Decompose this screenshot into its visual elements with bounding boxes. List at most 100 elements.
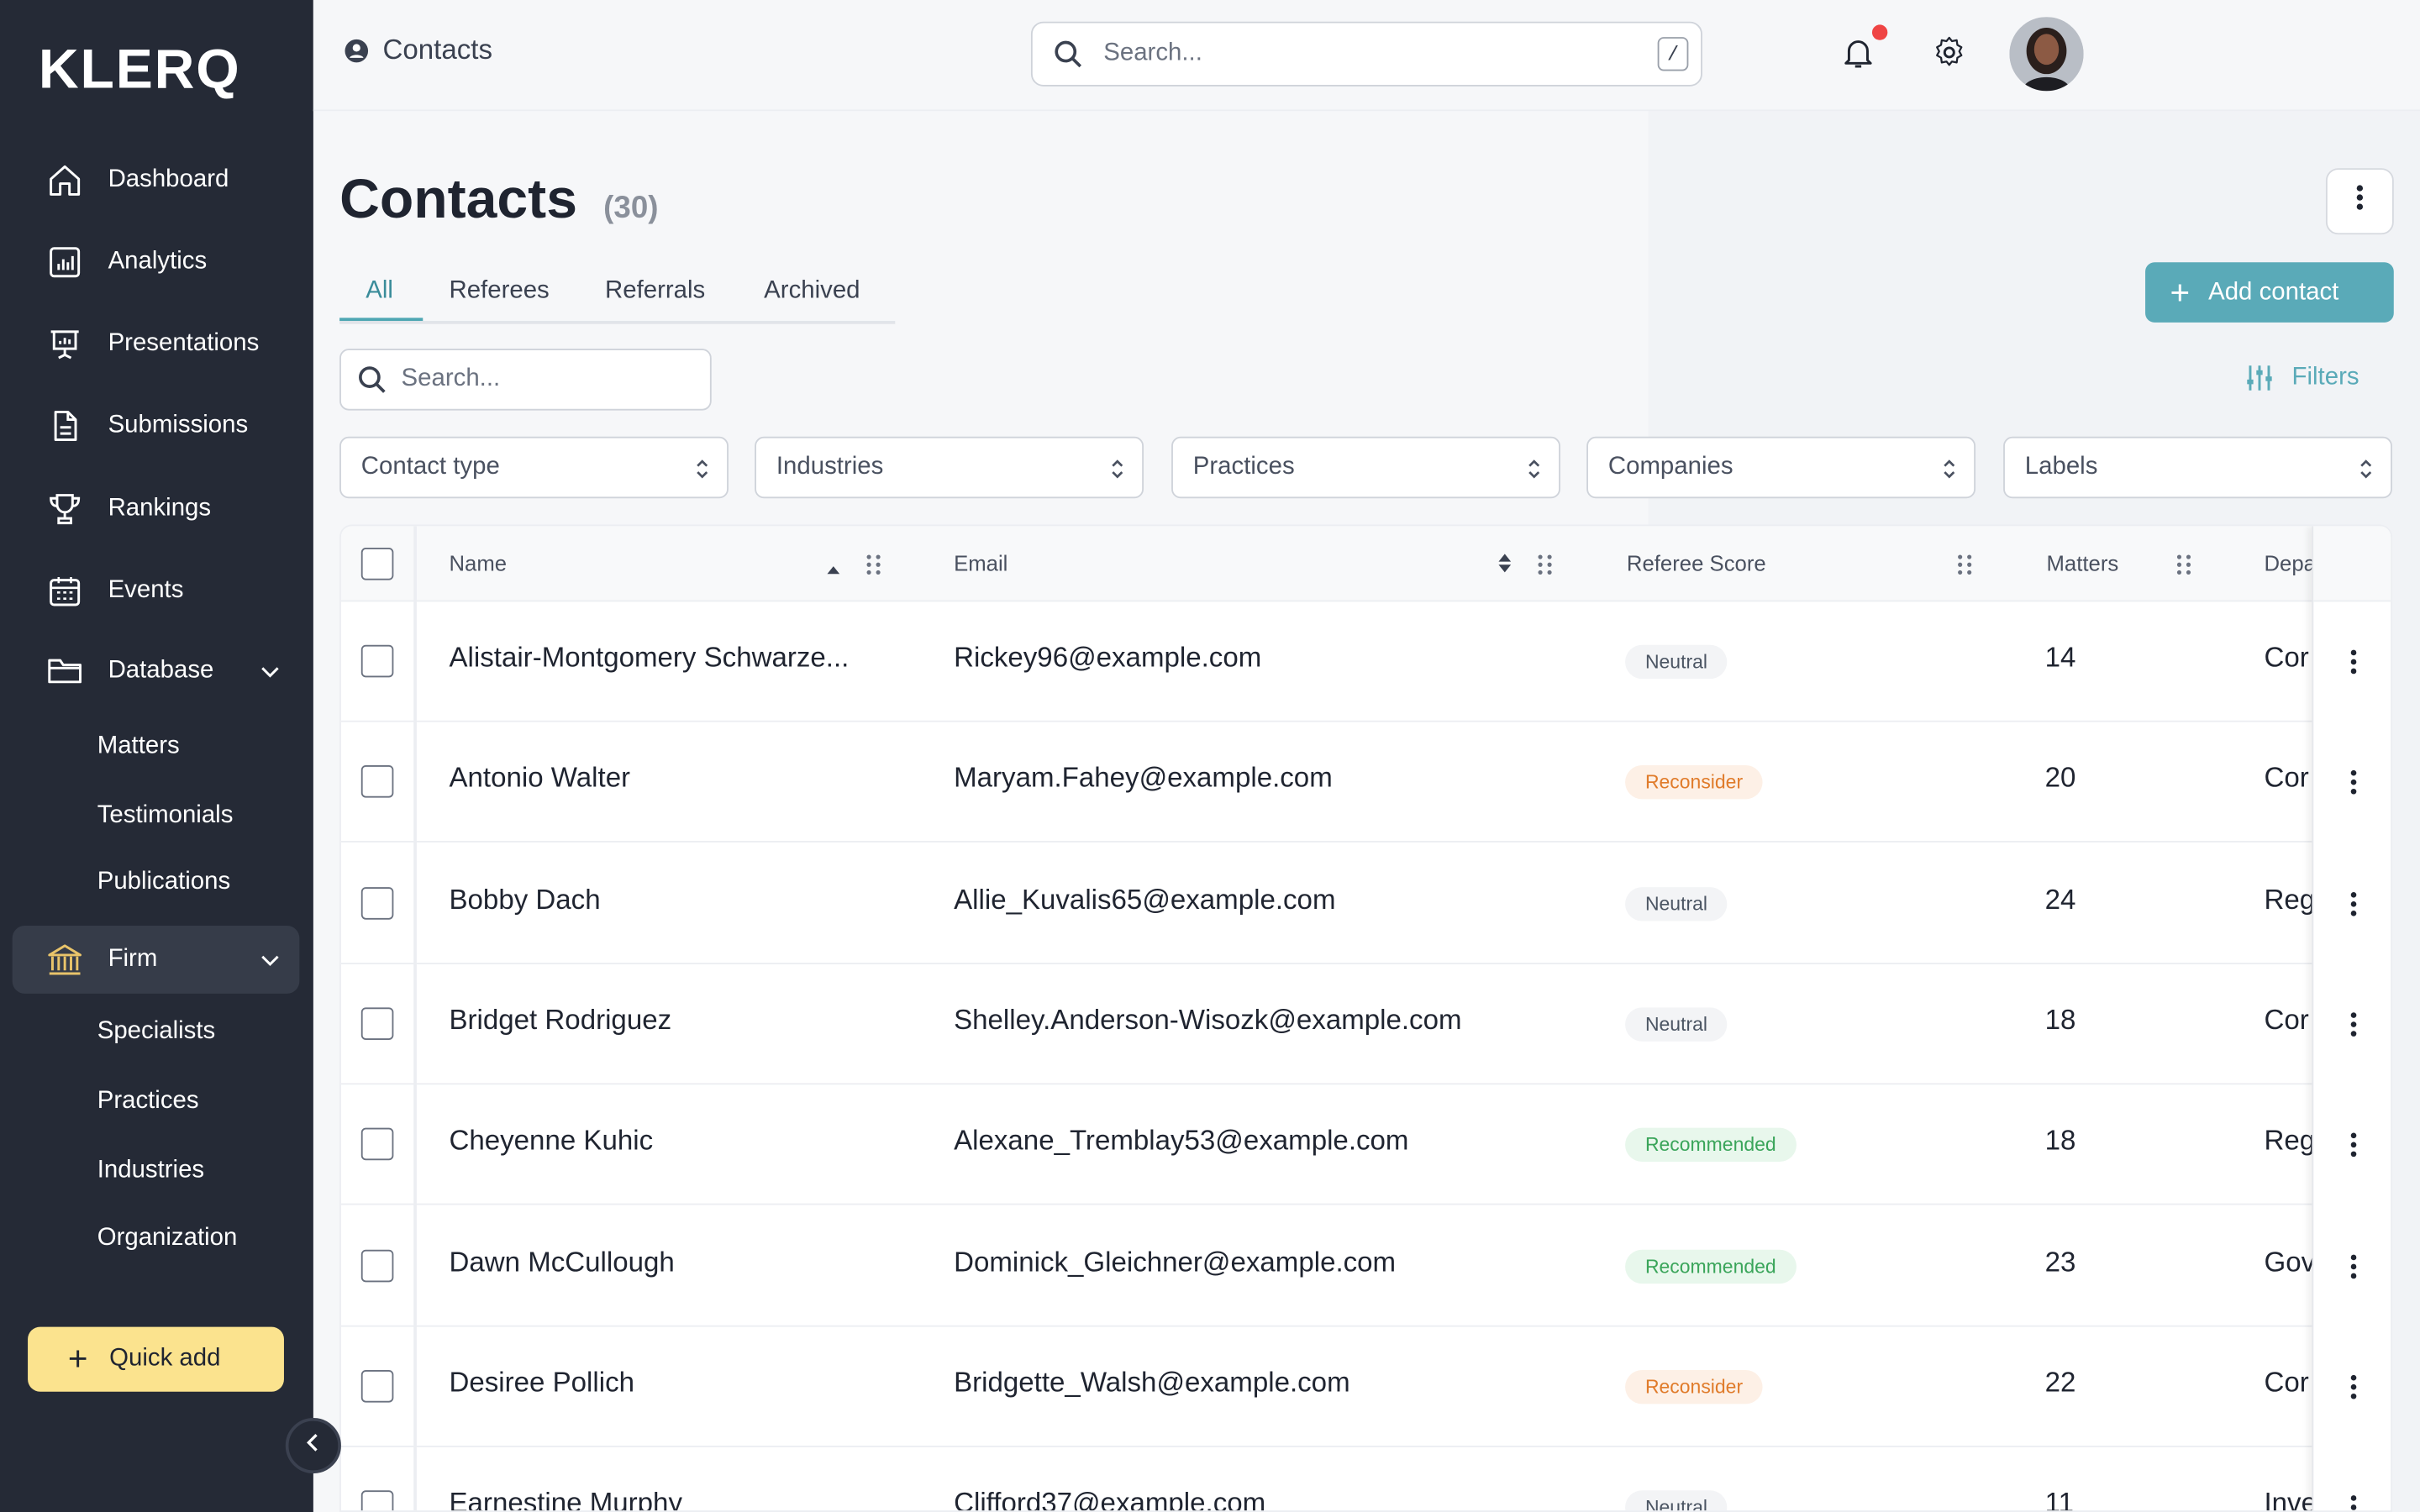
sidebar-subitem-practices[interactable]: Practices xyxy=(97,1088,199,1116)
contact-name[interactable]: Desiree Pollich xyxy=(449,1367,634,1399)
contact-name[interactable]: Alistair-Montgomery Schwarze... xyxy=(449,642,849,675)
tab-referees[interactable]: Referees xyxy=(449,278,549,306)
row-more-icon[interactable] xyxy=(2349,769,2359,796)
filters-button[interactable]: Filters xyxy=(2245,364,2360,391)
tab-referrals[interactable]: Referrals xyxy=(605,278,705,306)
contact-type-select[interactable]: Contact type xyxy=(339,436,729,499)
contact-icon xyxy=(345,38,369,62)
contact-email[interactable]: Maryam.Fahey@example.com xyxy=(954,763,1333,795)
sidebar-item-rankings[interactable]: Rankings xyxy=(13,475,300,543)
sidebar-item-analytics[interactable]: Analytics xyxy=(13,228,300,297)
table-row[interactable]: Desiree Pollich Bridgette_Walsh@example.c… xyxy=(340,1326,2391,1447)
row-more-icon[interactable] xyxy=(2349,890,2359,917)
sidebar-item-database[interactable]: Database xyxy=(13,638,300,706)
row-more-icon[interactable] xyxy=(2349,1011,2359,1038)
row-checkbox[interactable] xyxy=(360,644,394,678)
table-row[interactable]: Antonio Walter Maryam.Fahey@example.com Re… xyxy=(340,722,2391,843)
companies-select[interactable]: Companies xyxy=(1586,436,1976,499)
table-row[interactable]: Bridget Rodriguez Shelley.Anderson-Wisozk… xyxy=(340,964,2391,1085)
industries-select[interactable]: Industries xyxy=(755,436,1144,499)
table-row[interactable]: Dawn McCullough Dominick_Gleichner@exampl… xyxy=(340,1205,2391,1326)
row-checkbox[interactable] xyxy=(360,1490,394,1511)
row-more-icon[interactable] xyxy=(2349,1252,2359,1280)
contact-name[interactable]: Antonio Walter xyxy=(449,763,630,795)
app-logo[interactable]: KLERQ xyxy=(39,37,241,102)
table-row[interactable]: Alistair-Montgomery Schwarze... Rickey96@… xyxy=(340,601,2391,722)
contact-tabs: All Referees Referrals Archived xyxy=(339,271,896,324)
sidebar-subitem-matters[interactable]: Matters xyxy=(97,732,180,760)
table-row[interactable]: Bobby Dach Allie_Kuvalis65@example.com Neu… xyxy=(340,843,2391,964)
contact-email[interactable]: Rickey96@example.com xyxy=(954,642,1261,675)
sidebar-item-label: Submissions xyxy=(108,412,249,438)
contact-name[interactable]: Bobby Dach xyxy=(449,884,600,916)
row-checkbox[interactable] xyxy=(360,886,394,919)
table-row[interactable]: Earnestine Murphy Clifford37@example.com N… xyxy=(341,1447,2391,1511)
sidebar-item-firm[interactable]: Firm xyxy=(12,926,300,994)
column-header-name[interactable]: Name xyxy=(449,551,507,575)
contact-email[interactable]: Shelley.Anderson-Wisozk@example.com xyxy=(954,1005,1461,1037)
sidebar-item-presentations[interactable]: Presentations xyxy=(13,310,300,378)
table-search-input[interactable] xyxy=(401,365,680,394)
contact-name[interactable]: Dawn McCullough xyxy=(449,1246,674,1278)
select-all-checkbox[interactable] xyxy=(360,548,394,580)
practices-select[interactable]: Practices xyxy=(1171,436,1560,499)
drag-handle-icon[interactable] xyxy=(865,554,881,575)
sidebar-item-events[interactable]: Events xyxy=(13,557,300,625)
column-header-matters[interactable]: Matters xyxy=(2047,551,2119,575)
contact-email[interactable]: Allie_Kuvalis65@example.com xyxy=(954,884,1335,916)
sidebar-item-submissions[interactable]: Submissions xyxy=(13,392,300,460)
chevron-left-icon xyxy=(304,1431,323,1461)
column-header-email[interactable]: Email xyxy=(954,551,1007,575)
row-checkbox[interactable] xyxy=(360,1369,394,1403)
quick-add-button[interactable]: + Quick add xyxy=(28,1326,284,1392)
collapse-sidebar-button[interactable] xyxy=(285,1417,341,1474)
column-header-department[interactable]: Depa xyxy=(2264,551,2312,575)
table-row[interactable]: Cheyenne Kuhic Alexane_Tremblay53@example… xyxy=(340,1085,2391,1205)
table-search xyxy=(339,349,712,411)
sidebar-subitem-industries[interactable]: Industries xyxy=(97,1158,204,1185)
row-more-icon[interactable] xyxy=(2349,1131,2359,1159)
drag-handle-icon[interactable] xyxy=(2176,554,2191,575)
page-title: Contacts xyxy=(339,166,577,230)
chevron-down-icon xyxy=(260,949,281,971)
gear-icon[interactable] xyxy=(1931,34,1968,71)
tab-all[interactable]: All xyxy=(366,278,393,306)
home-icon xyxy=(46,162,83,199)
matters-count: 14 xyxy=(2044,642,2076,673)
notification-bell-icon[interactable] xyxy=(1839,34,1876,71)
sort-icon[interactable] xyxy=(1497,553,1512,582)
contact-email[interactable]: Bridgette_Walsh@example.com xyxy=(954,1367,1350,1399)
column-header-referee-score[interactable]: Referee Score xyxy=(1627,551,1766,575)
global-search-input[interactable] xyxy=(1103,39,1613,68)
row-more-icon[interactable] xyxy=(2349,648,2359,675)
contact-email[interactable]: Dominick_Gleichner@example.com xyxy=(954,1246,1396,1278)
drag-handle-icon[interactable] xyxy=(1537,554,1552,575)
row-more-icon[interactable] xyxy=(2349,1373,2359,1400)
row-checkbox[interactable] xyxy=(360,765,394,799)
contact-name[interactable]: Bridget Rodriguez xyxy=(449,1005,671,1037)
contact-email[interactable]: Clifford37@example.com xyxy=(954,1488,1265,1510)
sidebar-item-dashboard[interactable]: Dashboard xyxy=(13,146,300,214)
row-more-icon[interactable] xyxy=(2349,1494,2359,1510)
sidebar-subitem-organization[interactable]: Organization xyxy=(97,1225,238,1252)
row-checkbox[interactable] xyxy=(360,1248,394,1282)
contact-name[interactable]: Earnestine Murphy xyxy=(449,1488,681,1510)
row-checkbox[interactable] xyxy=(360,1127,394,1161)
tab-archived[interactable]: Archived xyxy=(764,278,860,306)
row-checkbox[interactable] xyxy=(360,1007,394,1040)
contact-name[interactable]: Cheyenne Kuhic xyxy=(449,1125,653,1158)
sidebar-subitem-publications[interactable]: Publications xyxy=(97,869,230,896)
drag-handle-icon[interactable] xyxy=(1957,554,1972,575)
contact-email[interactable]: Alexane_Tremblay53@example.com xyxy=(954,1125,1408,1158)
avatar[interactable] xyxy=(2009,17,2084,92)
select-arrows-icon xyxy=(693,457,712,481)
filters-label: Filters xyxy=(2291,364,2360,391)
sidebar-subitem-testimonials[interactable]: Testimonials xyxy=(97,802,234,830)
labels-select[interactable]: Labels xyxy=(2003,436,2392,499)
sidebar-subitem-specialists[interactable]: Specialists xyxy=(97,1018,215,1046)
sort-ascending-icon[interactable] xyxy=(826,555,841,583)
page-more-button[interactable] xyxy=(2325,168,2394,235)
folder-icon xyxy=(46,653,83,690)
add-contact-button[interactable]: + Add contact xyxy=(2145,262,2394,323)
document-icon xyxy=(46,407,83,444)
